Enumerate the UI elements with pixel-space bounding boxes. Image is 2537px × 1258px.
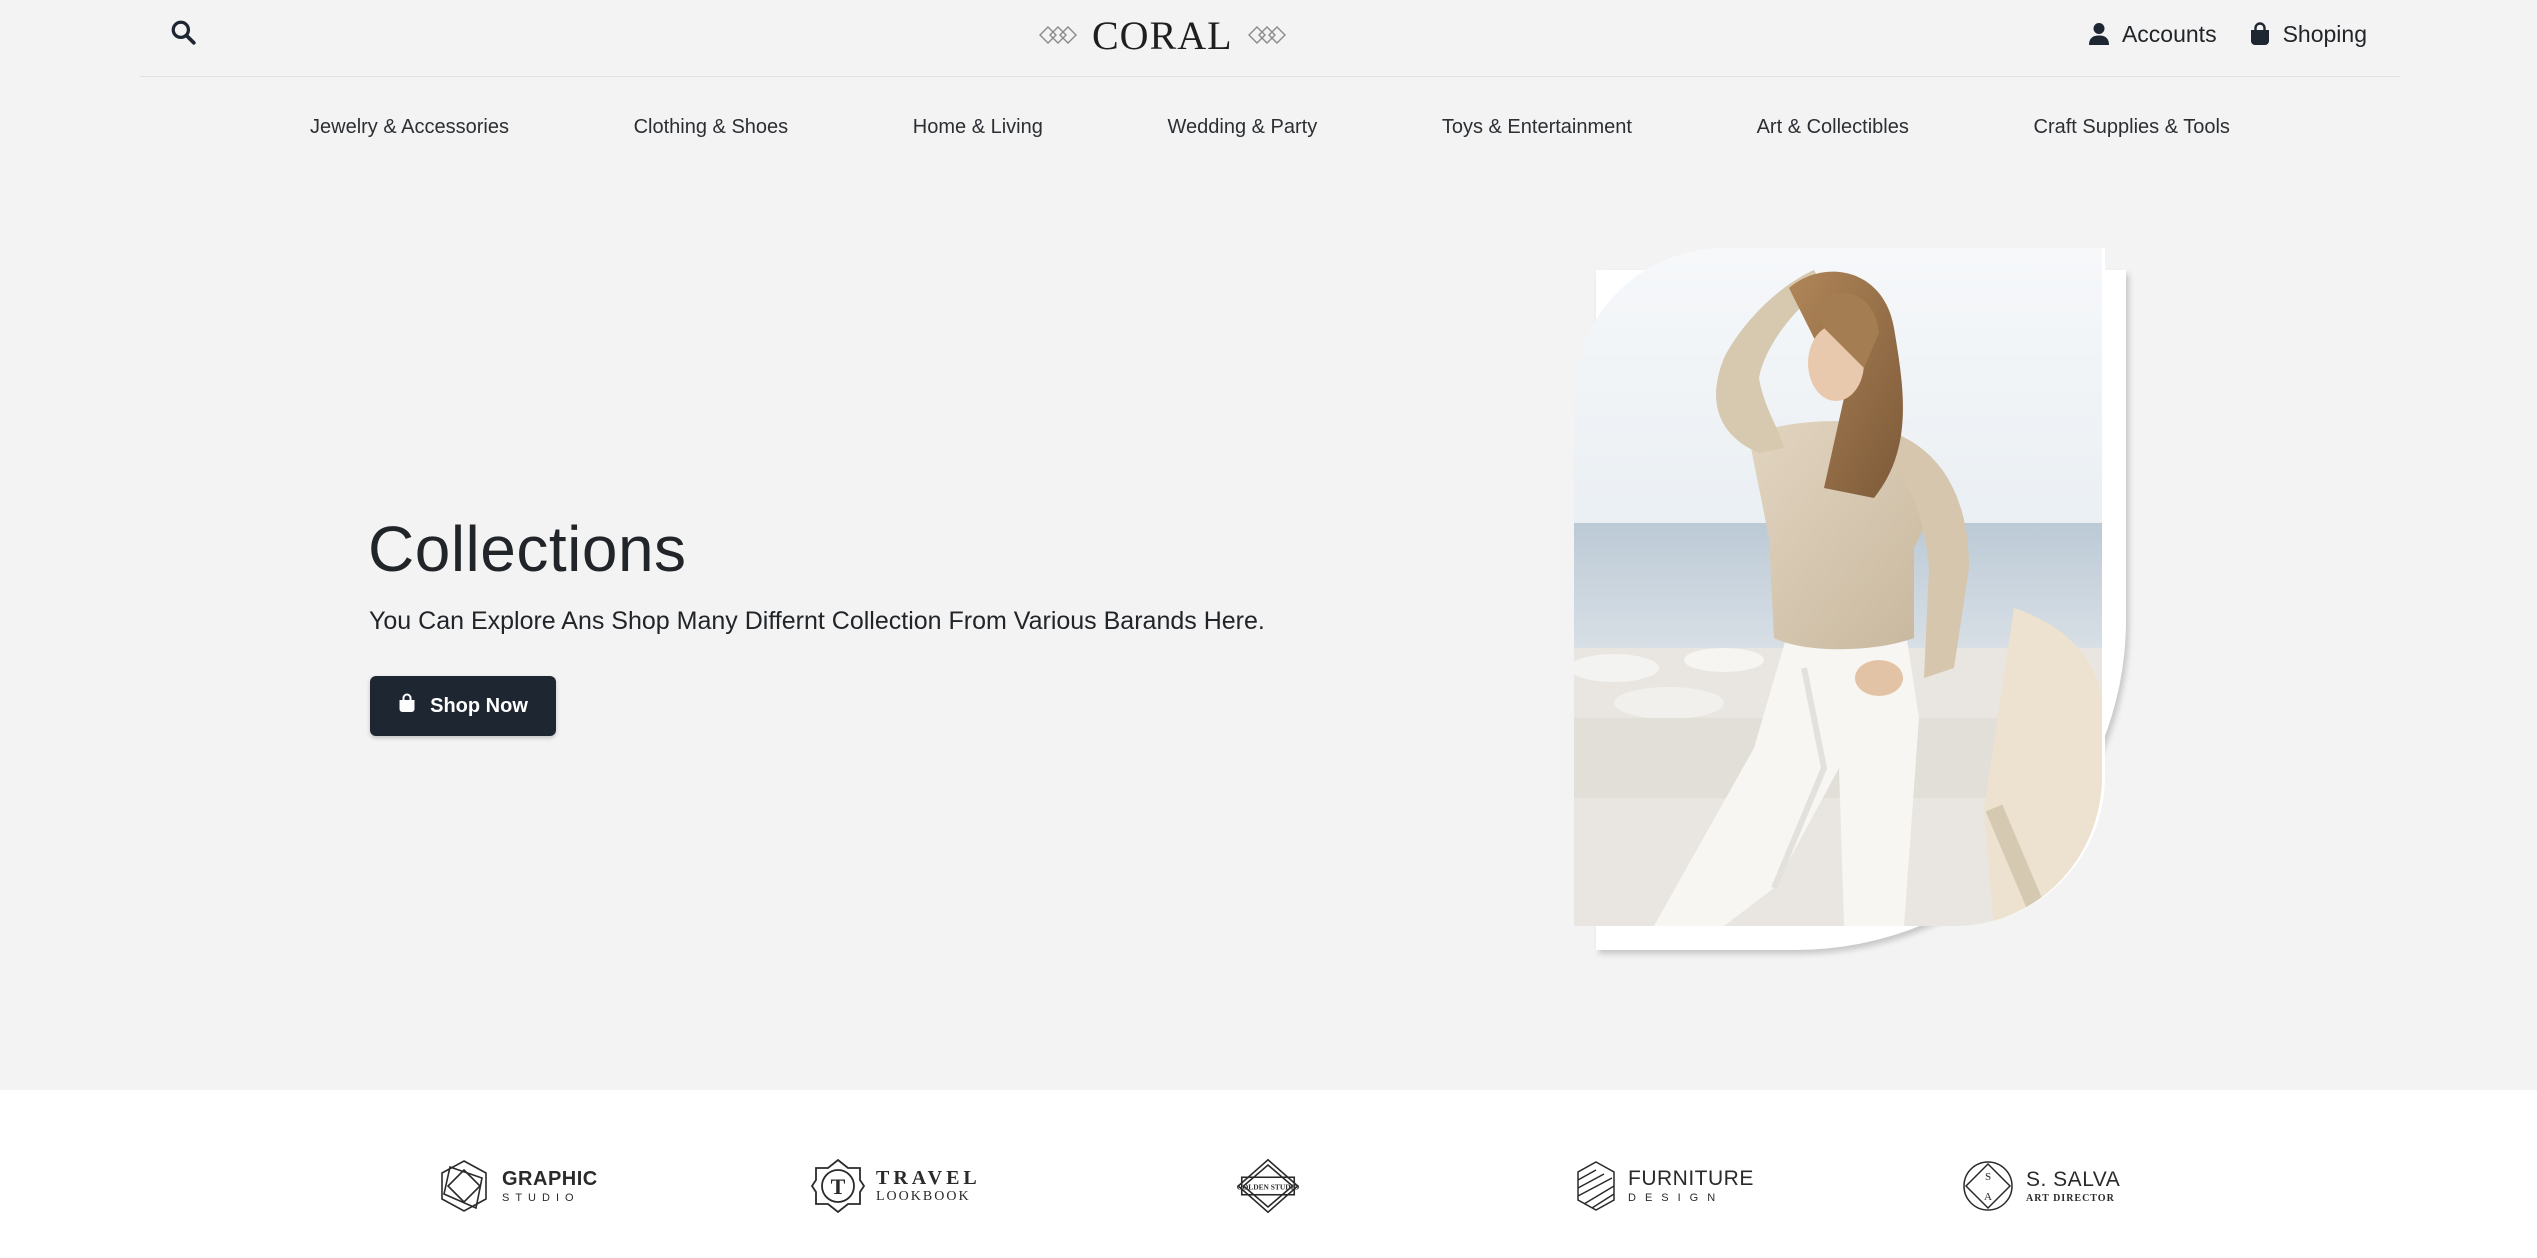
user-icon xyxy=(2088,23,2109,45)
octagon-logo-icon: GOLDEN STUDIO xyxy=(1237,1158,1300,1214)
shop-now-button[interactable]: Shop Now xyxy=(370,676,556,736)
brand-subtitle: LOOKBOOK xyxy=(876,1189,971,1204)
brand-title: S. SALVA xyxy=(2026,1167,2121,1191)
svg-text:S: S xyxy=(1985,1171,1991,1183)
brand-subtitle: STUDIO xyxy=(502,1191,580,1204)
cube-lines-logo-icon xyxy=(1577,1161,1615,1211)
search-button[interactable] xyxy=(170,19,200,49)
accounts-link[interactable]: Accounts xyxy=(2088,21,2217,48)
hero-title: Collections xyxy=(368,513,687,585)
brand-logo-golden-studio[interactable]: GOLDEN STUDIO xyxy=(1230,1154,1306,1218)
nav-item-wedding[interactable]: Wedding & Party xyxy=(1168,116,1318,139)
category-nav: Jewelry & Accessories Clothing & Shoes H… xyxy=(310,116,2230,139)
svg-text:T: T xyxy=(831,1174,846,1199)
brand-subtitle: ART DIRECTOR xyxy=(2026,1192,2115,1204)
shopping-bag-icon xyxy=(399,693,415,712)
brand-logos-strip: GRAPHIC STUDIO T TRAVEL LOOKBOOK GOLDEN … xyxy=(0,1090,2537,1258)
hero-subtitle: You Can Explore Ans Shop Many Differnt C… xyxy=(369,607,1265,635)
nav-item-toys[interactable]: Toys & Entertainment xyxy=(1442,116,1632,139)
shopping-link[interactable]: Shoping xyxy=(2249,21,2367,48)
nav-item-home-living[interactable]: Home & Living xyxy=(913,116,1043,139)
brand-title: GRAPHIC xyxy=(502,1167,598,1190)
site-logo[interactable]: CORAL xyxy=(1038,8,1287,62)
shopping-bag-icon xyxy=(2250,22,2269,45)
nav-item-clothing[interactable]: Clothing & Shoes xyxy=(634,116,789,139)
brand-logo-furniture-design[interactable]: FURNITURE DESIGN xyxy=(1574,1154,1754,1218)
hexagon-logo-icon xyxy=(441,1160,487,1212)
svg-text:A: A xyxy=(1984,1191,1992,1203)
model-photo-illustration xyxy=(1574,248,2102,926)
logo-ornament-left-icon xyxy=(1039,26,1077,44)
search-icon xyxy=(171,20,196,45)
brand-title: TRAVEL xyxy=(876,1167,981,1189)
logo-text: CORAL xyxy=(1092,12,1233,58)
brand-logo-travel-lookbook[interactable]: T TRAVEL LOOKBOOK xyxy=(810,1154,981,1218)
sa-diamond-logo-icon: S A xyxy=(1963,1161,2013,1211)
hero-image xyxy=(1574,248,2105,926)
logo-ornament-right-icon xyxy=(1247,26,1286,44)
t-badge-logo-icon: T xyxy=(810,1158,866,1214)
shop-now-label: Shop Now xyxy=(430,694,528,717)
brand-logo-graphic-studio[interactable]: GRAPHIC STUDIO xyxy=(436,1154,598,1218)
nav-item-craft[interactable]: Craft Supplies & Tools xyxy=(2034,116,2230,139)
brand-title: FURNITURE xyxy=(1628,1167,1754,1190)
nav-item-jewelry[interactable]: Jewelry & Accessories xyxy=(310,116,509,139)
brand-logo-s-salva[interactable]: S A S. SALVA ART DIRECTOR xyxy=(1960,1154,2120,1218)
accounts-label: Accounts xyxy=(2121,20,2217,47)
brand-title: GOLDEN STUDIO xyxy=(1237,1183,1300,1192)
brand-subtitle: DESIGN xyxy=(1628,1192,1725,1204)
shopping-label: Shoping xyxy=(2282,20,2367,47)
nav-item-art[interactable]: Art & Collectibles xyxy=(1757,116,1909,139)
header-actions: Accounts Shoping xyxy=(2088,18,2367,50)
